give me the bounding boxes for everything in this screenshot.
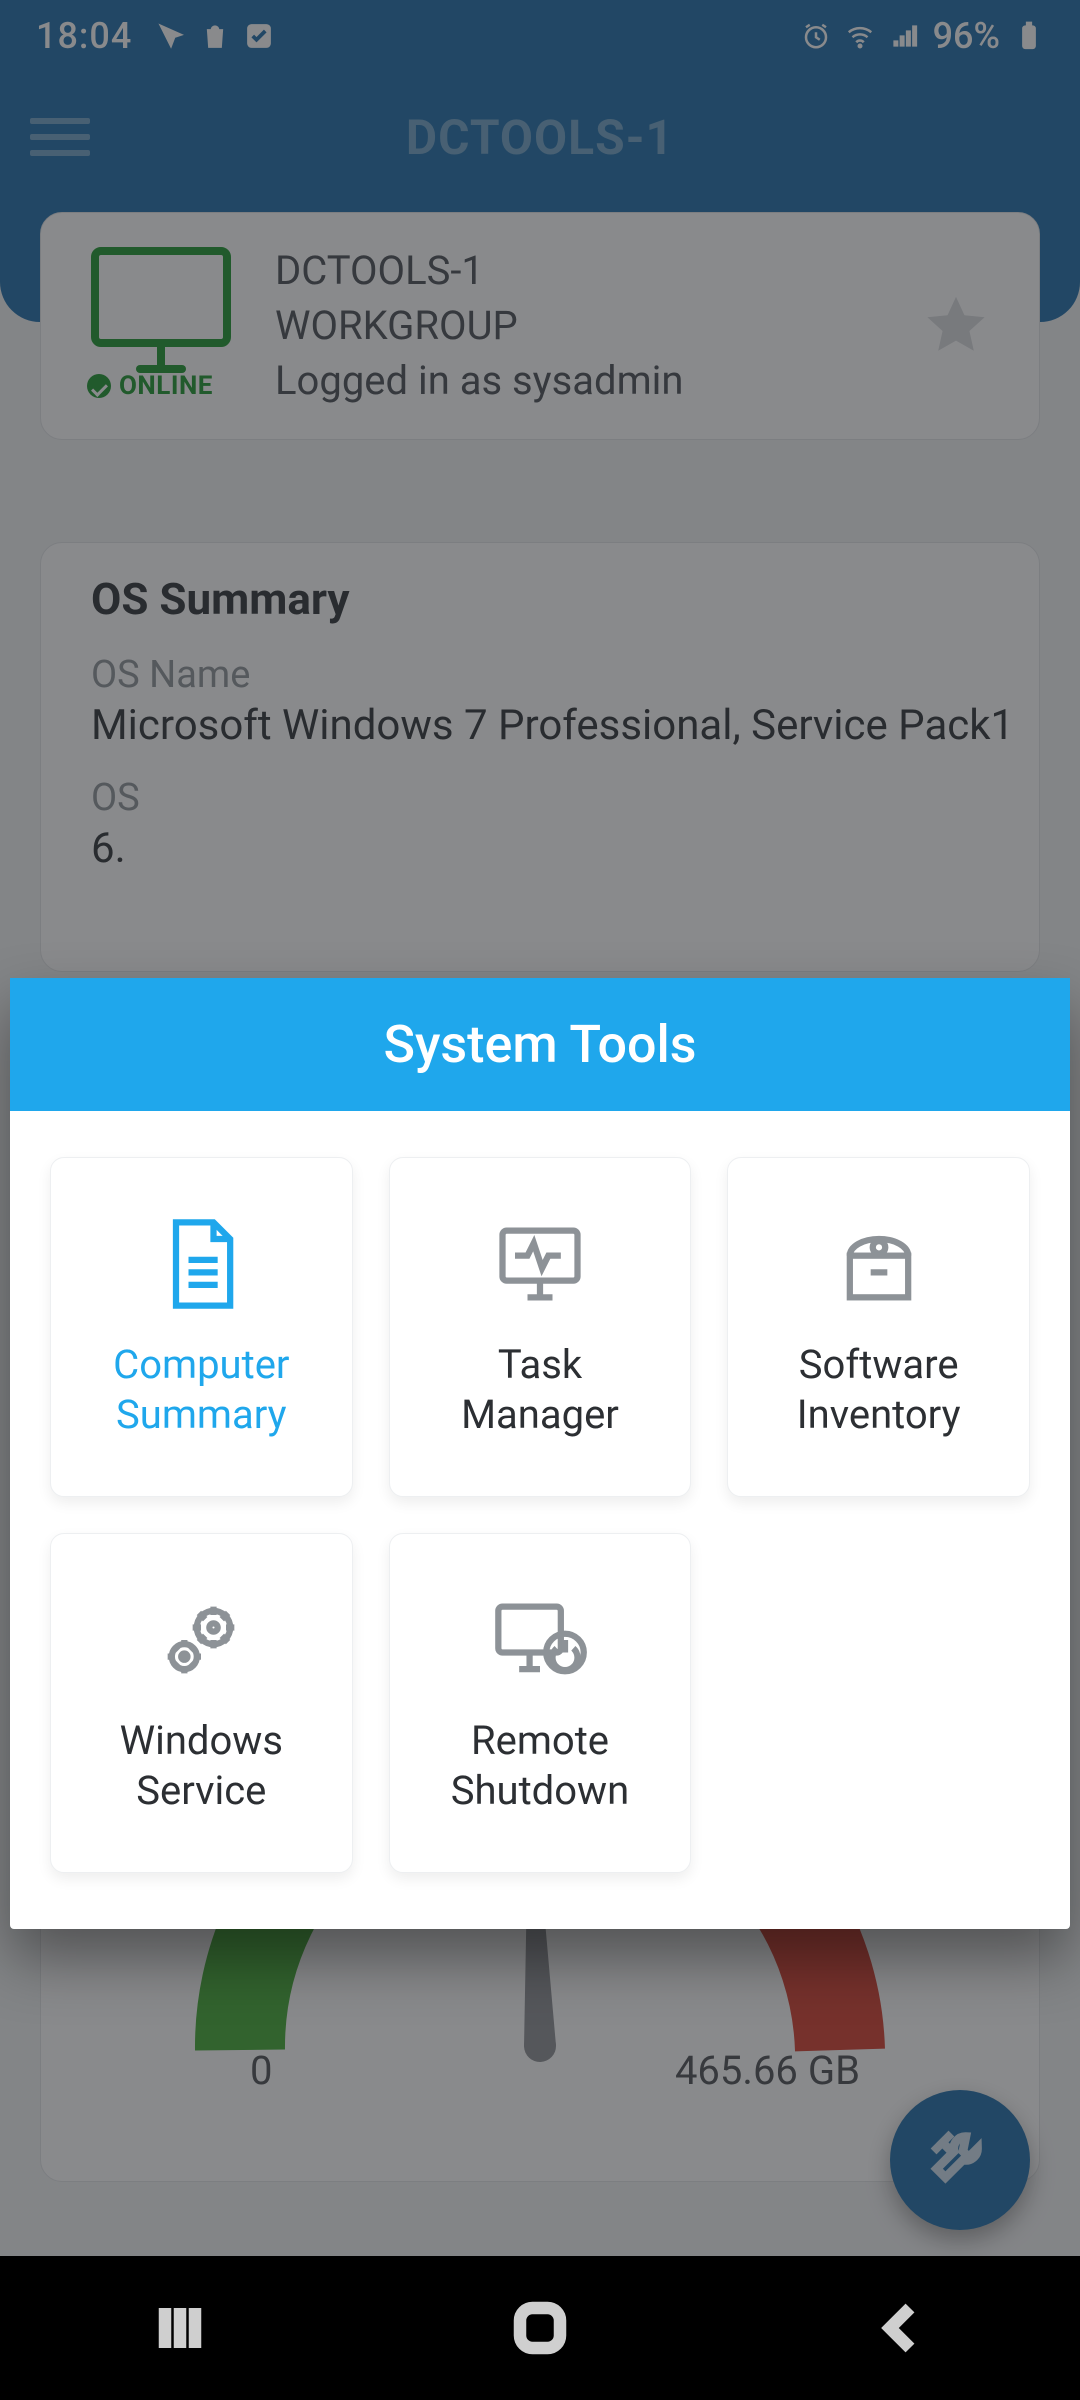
- tool-label: ComputerSummary: [113, 1340, 289, 1440]
- monitor-power-icon: [485, 1590, 595, 1690]
- system-tools-dialog: System Tools ComputerSummary TaskManager…: [10, 978, 1070, 1929]
- dialog-title: System Tools: [10, 978, 1070, 1111]
- gears-icon: [146, 1590, 256, 1690]
- tool-software-inventory[interactable]: SoftwareInventory: [727, 1157, 1030, 1497]
- tool-label: TaskManager: [461, 1340, 619, 1440]
- android-nav-bar: [0, 2256, 1080, 2400]
- tool-label: RemoteShutdown: [451, 1716, 629, 1816]
- recents-button[interactable]: [150, 2298, 210, 2358]
- home-button[interactable]: [510, 2298, 570, 2358]
- back-button[interactable]: [870, 2298, 930, 2358]
- tool-remote-shutdown[interactable]: RemoteShutdown: [389, 1533, 692, 1873]
- tool-label: WindowsService: [120, 1716, 283, 1816]
- tool-computer-summary[interactable]: ComputerSummary: [50, 1157, 353, 1497]
- tool-windows-service[interactable]: WindowsService: [50, 1533, 353, 1873]
- tool-label: SoftwareInventory: [797, 1340, 961, 1440]
- tool-task-manager[interactable]: TaskManager: [389, 1157, 692, 1497]
- document-icon: [146, 1214, 256, 1314]
- disc-box-icon: [824, 1214, 934, 1314]
- monitor-pulse-icon: [485, 1214, 595, 1314]
